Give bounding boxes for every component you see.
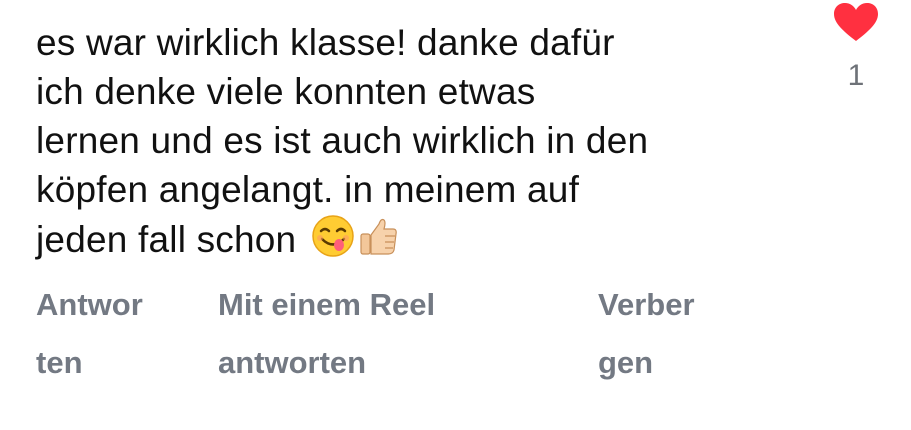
- comment-text: es war wirklich klasse! danke dafür ich …: [36, 18, 806, 270]
- hide-button[interactable]: Verber gen: [598, 276, 738, 392]
- thumbs-up-emoji: [357, 214, 401, 270]
- comment-line: lernen und es ist auch wirklich in den: [36, 120, 649, 161]
- yum-face-emoji: [311, 214, 355, 270]
- like-count: 1: [847, 59, 865, 92]
- hide-label-line: Verber: [598, 287, 695, 322]
- heart-icon[interactable]: [831, 2, 881, 47]
- comment-actions: Antwor ten Mit einem Reel antworten Verb…: [36, 276, 738, 392]
- reply-label-line: Antwor: [36, 287, 143, 322]
- comment: es war wirklich klasse! danke dafür ich …: [0, 0, 911, 430]
- comment-line-text: jeden fall schon: [36, 219, 297, 260]
- reply-with-reel-button[interactable]: Mit einem Reel antworten: [218, 276, 598, 392]
- reel-label-line: antworten: [218, 345, 367, 380]
- comment-line: köpfen angelangt. in meinem auf: [36, 169, 580, 210]
- comment-line: es war wirklich klasse! danke dafür: [36, 22, 615, 63]
- comment-line: ich denke viele konnten etwas: [36, 71, 536, 112]
- hide-label-line: gen: [598, 345, 654, 380]
- reply-label-line: ten: [36, 345, 83, 380]
- comment-line-last: jeden fall schon: [36, 214, 806, 270]
- like-area: 1: [831, 0, 881, 93]
- reply-button[interactable]: Antwor ten: [36, 276, 218, 392]
- reel-label-line: Mit einem Reel: [218, 287, 436, 322]
